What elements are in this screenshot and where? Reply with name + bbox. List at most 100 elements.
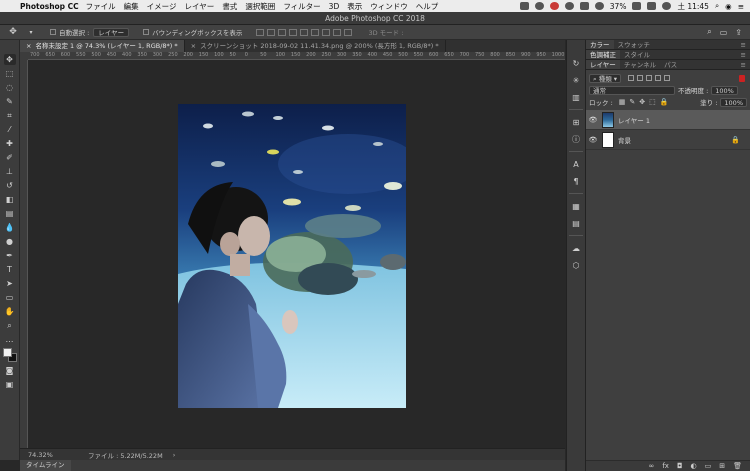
type-tool-icon[interactable]: T (4, 264, 16, 275)
ruler-origin[interactable] (20, 52, 28, 60)
filter-shape-icon[interactable] (655, 75, 662, 81)
distribute-icon[interactable] (322, 28, 331, 36)
share-icon[interactable]: ⇪ (735, 28, 742, 37)
menu-window[interactable]: ウィンドウ (370, 1, 408, 12)
clock-icon[interactable] (564, 2, 574, 10)
gradient-tool-icon[interactable]: ▤ (4, 208, 16, 219)
menu-3d[interactable]: 3D (329, 2, 340, 11)
panel-menu-icon[interactable]: ≡ (741, 40, 746, 49)
flag-icon[interactable] (647, 2, 657, 10)
character-icon[interactable]: A (571, 159, 581, 169)
align-top-icon[interactable] (256, 28, 265, 36)
paragraph-icon[interactable]: ¶ (571, 176, 581, 186)
menu-layer[interactable]: レイヤー (185, 1, 215, 12)
tab-channels[interactable]: チャンネル (620, 60, 660, 69)
layer-filter-kind[interactable]: ⌕ 種類 ▾ (589, 73, 622, 83)
rectangle-tool-icon[interactable]: ▭ (4, 292, 16, 303)
menu-select[interactable]: 選択範囲 (245, 1, 275, 12)
aquarium-photo[interactable] (178, 104, 406, 408)
notification-icon[interactable]: ≡ (738, 2, 744, 11)
histogram-icon[interactable]: ▥ (571, 92, 581, 102)
creative-cloud-icon[interactable]: ☁ (571, 243, 581, 253)
battery-icon[interactable] (632, 2, 642, 10)
properties-icon[interactable]: ⊞ (571, 117, 581, 127)
trash-icon[interactable]: 🗑 (733, 462, 742, 470)
align-left-icon[interactable] (289, 28, 298, 36)
screen-mode-icon[interactable]: ▣ (4, 379, 16, 390)
timeline-tab[interactable]: タイムライン (20, 460, 71, 471)
tab-layers[interactable]: レイヤー (586, 60, 620, 69)
layer-style-icon[interactable]: fx (662, 462, 669, 470)
visibility-eye-icon[interactable]: 👁 (586, 116, 600, 124)
close-icon[interactable]: × (191, 42, 196, 50)
auto-select-dropdown[interactable]: レイヤー (93, 27, 130, 37)
pen-tool-icon[interactable]: ✒ (4, 250, 16, 261)
bluetooth-icon[interactable] (579, 2, 589, 10)
user-icon[interactable] (662, 2, 672, 10)
tab-paths[interactable]: パス (660, 60, 681, 69)
vertical-ruler[interactable] (20, 60, 28, 448)
history-brush-tool-icon[interactable]: ↺ (4, 180, 16, 191)
menu-edit[interactable]: 編集 (124, 1, 139, 12)
layer-name[interactable]: 背景 (618, 135, 631, 145)
crop-tool-icon[interactable]: ⌗ (4, 110, 16, 121)
chevron-right-icon[interactable]: › (173, 451, 176, 459)
panel-menu-icon[interactable]: ≡ (741, 50, 746, 59)
filter-toggle-switch[interactable] (739, 74, 745, 82)
menu-type[interactable]: 書式 (222, 1, 237, 12)
canvas-area[interactable] (28, 60, 565, 448)
new-group-icon[interactable]: ▭ (705, 462, 712, 470)
move-tool-icon[interactable]: ✥ (3, 54, 16, 65)
tab-styles[interactable]: スタイル (620, 50, 654, 59)
distribute-v-icon[interactable] (344, 28, 353, 36)
filter-pixel-icon[interactable] (628, 75, 635, 81)
lock-all-icon[interactable]: 🔒 (660, 98, 669, 106)
add-mask-icon[interactable]: ◘ (677, 462, 683, 470)
foreground-color-swatch[interactable] (2, 348, 12, 357)
brush-settings-icon[interactable]: ✳ (571, 75, 581, 85)
hand-tool-icon[interactable]: ✋ (4, 306, 16, 317)
blend-mode-dropdown[interactable]: 通常 (589, 85, 675, 95)
link-layers-icon[interactable]: ∞ (649, 462, 655, 470)
auto-select-checkbox[interactable] (50, 29, 56, 35)
history-icon[interactable]: ↻ (571, 58, 581, 68)
lock-artboard-icon[interactable]: ⬚ (649, 98, 656, 106)
filter-adjustment-icon[interactable] (637, 75, 644, 81)
spotlight-icon[interactable]: ⌕ (715, 1, 719, 11)
doc-tab-active[interactable]: × 名称未設定 1 @ 74.3% (レイヤー 1, RGB/8*) * (20, 40, 185, 52)
layer-row-layer1[interactable]: 👁 レイヤー 1 (586, 110, 750, 130)
dropbox-icon[interactable] (519, 2, 529, 10)
bounding-box-checkbox[interactable] (143, 29, 150, 35)
align-hcenter-icon[interactable] (300, 28, 309, 36)
zoom-tool-icon[interactable]: ⌕ (4, 320, 16, 331)
align-right-icon[interactable] (311, 28, 320, 36)
siri-icon[interactable]: ◉ (725, 2, 732, 11)
search-icon[interactable]: ⌕ (707, 27, 711, 37)
filter-type-icon[interactable] (646, 75, 653, 81)
visibility-eye-icon[interactable]: 👁 (586, 136, 600, 144)
marquee-tool-icon[interactable]: ⬚ (4, 68, 16, 79)
tab-swatches[interactable]: スウォッチ (614, 40, 655, 49)
more-tools-icon[interactable]: … (4, 334, 16, 345)
tab-adjustments[interactable]: 色調補正 (586, 50, 620, 59)
menu-help[interactable]: ヘルプ (416, 1, 439, 12)
lasso-tool-icon[interactable]: ◌ (4, 82, 16, 93)
eraser-tool-icon[interactable]: ◧ (4, 194, 16, 205)
menu-file[interactable]: ファイル (86, 1, 116, 12)
libraries-icon[interactable]: ▦ (571, 201, 581, 211)
path-select-tool-icon[interactable]: ➤ (4, 278, 16, 289)
wifi-icon[interactable] (594, 2, 604, 10)
layer-name[interactable]: レイヤー 1 (618, 115, 650, 125)
new-layer-icon[interactable]: ⊞ (719, 462, 725, 470)
stamp-tool-icon[interactable]: ⊥ (4, 166, 16, 177)
panel-menu-icon[interactable]: ≡ (741, 60, 746, 69)
lock-transparent-icon[interactable]: ▦ (619, 98, 626, 106)
notes-icon[interactable]: ▤ (571, 218, 581, 228)
zoom-level[interactable]: 74.32% (28, 451, 68, 459)
color-swatches[interactable] (2, 348, 17, 362)
healing-tool-icon[interactable]: ✚ (4, 138, 16, 149)
workspace-icon[interactable]: ▭ (720, 28, 728, 37)
move-tool-icon[interactable]: ✥ (8, 27, 18, 37)
doc-tab-inactive[interactable]: × スクリーンショット 2018-09-02 11.41.34.png @ 200… (185, 40, 446, 52)
menu-app-name[interactable]: Photoshop CC (20, 2, 79, 11)
